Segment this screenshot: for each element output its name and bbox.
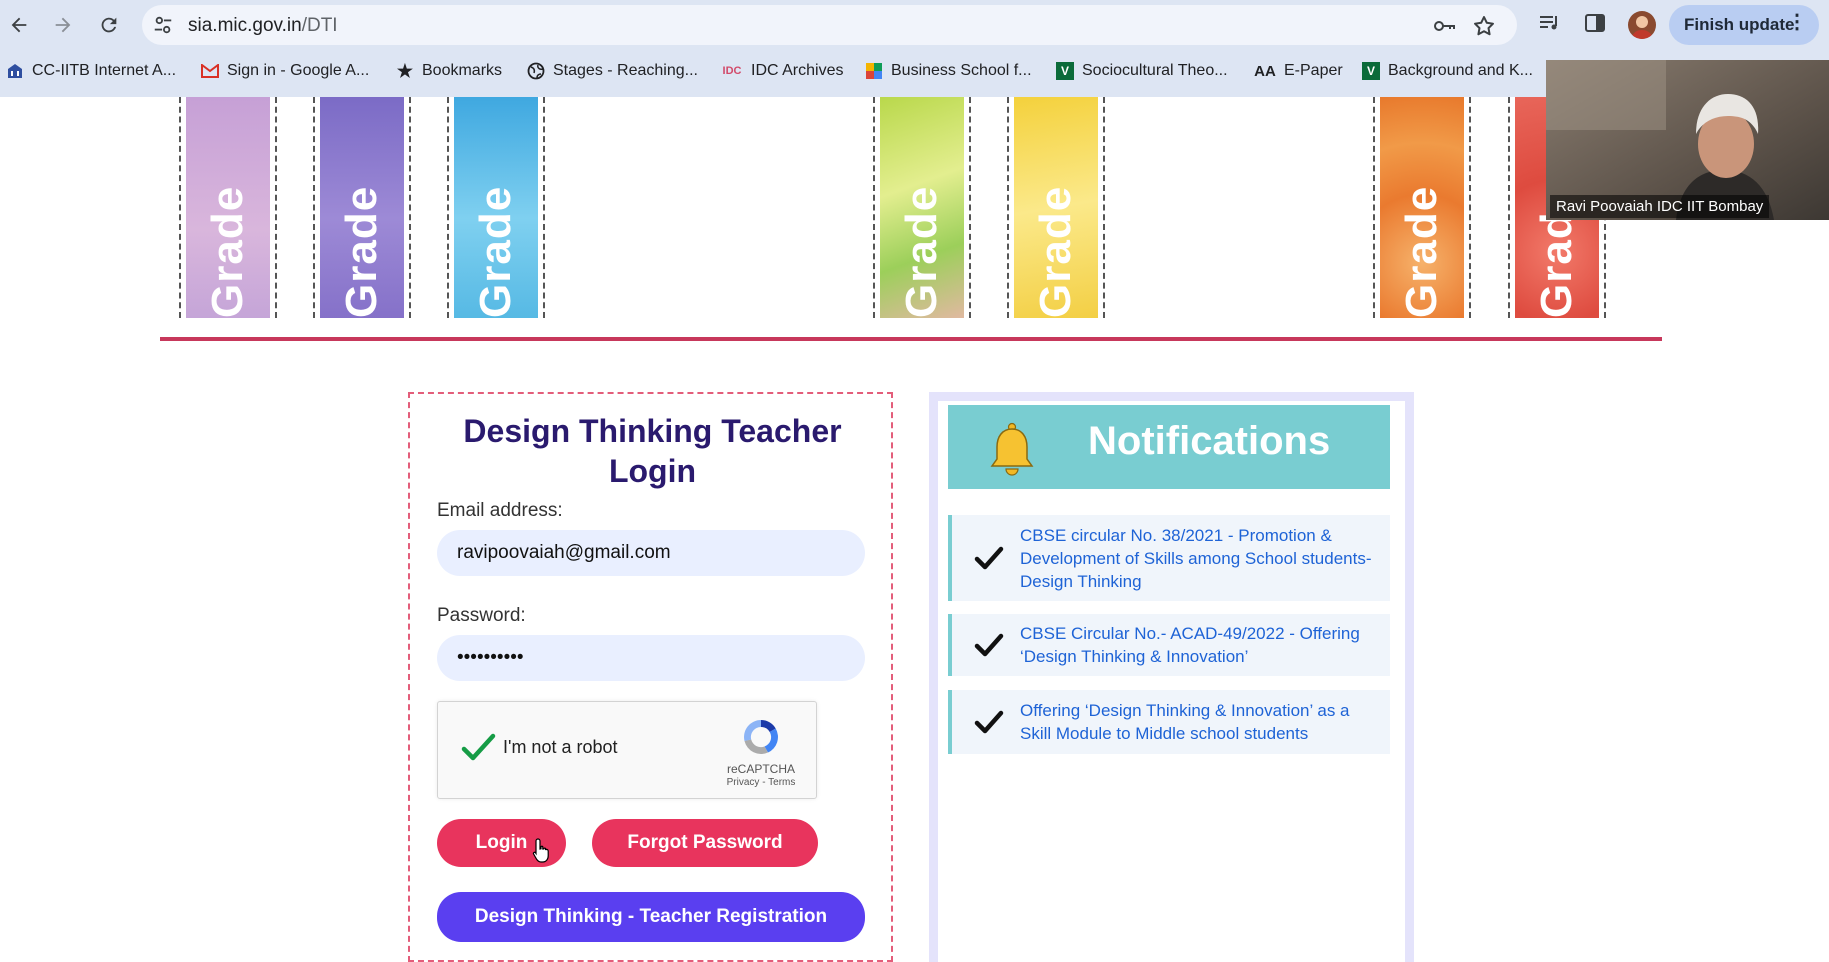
grade-strip-fill: Grade [880, 97, 964, 318]
login-button-label: Login [475, 832, 528, 853]
checkmark-icon [974, 709, 1004, 735]
login-card: Design Thinking Teacher Login Email addr… [408, 392, 893, 962]
bookmark-item[interactable]: ★ Bookmarks [396, 55, 502, 87]
notification-item[interactable]: Offering ‘Design Thinking & Innovation’ … [948, 690, 1390, 754]
puzzle-icon [865, 62, 883, 80]
v-icon: V [1056, 62, 1074, 80]
checkmark-icon [974, 632, 1004, 658]
notification-item[interactable]: CBSE circular No. 38/2021 - Promotion & … [948, 515, 1390, 601]
profile-avatar[interactable] [1628, 11, 1656, 39]
grade-strip-fill: Grade [320, 97, 404, 318]
grade-strip[interactable]: Grade [447, 97, 545, 318]
password-key-icon[interactable] [1432, 14, 1456, 38]
grade-strip-fill: Grade [1380, 97, 1464, 318]
address-bar[interactable]: sia.mic.gov.in/DTI [142, 5, 1517, 45]
bookmark-item[interactable]: Stages - Reaching... [527, 55, 698, 87]
site-settings-icon[interactable] [152, 14, 174, 36]
grade-strip-fill: Grade [186, 97, 270, 318]
check-icon[interactable] [458, 728, 498, 768]
building-icon [6, 62, 24, 80]
login-title: Design Thinking Teacher Login [463, 413, 842, 489]
password-field[interactable] [437, 635, 865, 681]
notification-link[interactable]: Offering ‘Design Thinking & Innovation’ … [1020, 699, 1374, 745]
participant-name: Ravi Poovaiah IDC IIT Bombay [1550, 195, 1770, 218]
bookmark-item[interactable]: V Sociocultural Theo... [1056, 55, 1228, 87]
notification-link[interactable]: CBSE circular No. 38/2021 - Promotion & … [1020, 524, 1374, 593]
bookmark-item[interactable]: Business School f... [865, 55, 1032, 87]
grade-strip-fill: Grade [454, 97, 538, 318]
notification-link[interactable]: CBSE Circular No.- ACAD-49/2022 - Offeri… [1020, 622, 1374, 668]
side-panel-icon[interactable] [1583, 11, 1609, 37]
hand-cursor-icon [532, 837, 552, 863]
bookmark-item[interactable]: CC-IITB Internet A... [6, 55, 176, 87]
star-icon: ★ [396, 60, 414, 81]
bookmark-star-icon[interactable] [1472, 14, 1496, 38]
grade-strip[interactable]: Grade [1007, 97, 1105, 318]
grade-strip[interactable]: Grade [1373, 97, 1471, 318]
bell-icon [988, 421, 1036, 477]
recaptcha-brand: reCAPTCHA [726, 762, 795, 776]
bookmark-item[interactable]: AA E-Paper [1254, 55, 1343, 87]
gmail-icon [201, 62, 219, 80]
back-icon[interactable] [4, 10, 34, 40]
reload-icon[interactable] [94, 10, 124, 40]
forward-icon[interactable] [48, 10, 78, 40]
grade-strip-fill: Grade [1014, 97, 1098, 318]
recaptcha-logo-icon [740, 716, 782, 758]
v-icon: V [1362, 62, 1380, 80]
aa-icon: AA [1254, 62, 1276, 80]
finish-update-button[interactable]: Finish update ⋮ [1669, 5, 1819, 45]
bookmark-item[interactable]: Sign in - Google A... [201, 55, 369, 87]
notifications-panel: Notifications CBSE circular No. 38/2021 … [929, 392, 1414, 962]
password-label: Password: [437, 605, 526, 626]
teacher-registration-button[interactable]: Design Thinking - Teacher Registration [437, 892, 865, 942]
checkmark-icon [974, 545, 1004, 571]
notification-item[interactable]: CBSE Circular No.- ACAD-49/2022 - Offeri… [948, 614, 1390, 676]
grade-strip[interactable]: Grade [313, 97, 411, 318]
email-label: Email address: [437, 500, 563, 521]
forgot-password-button[interactable]: Forgot Password [592, 819, 818, 867]
login-button[interactable]: Login [437, 819, 566, 867]
bookmark-item[interactable]: IDC IDC Archives [721, 55, 844, 87]
grade-strip[interactable]: Grade [179, 97, 277, 318]
notifications-header: Notifications [948, 405, 1390, 489]
recaptcha-privacy-terms[interactable]: Privacy - Terms [708, 777, 814, 788]
notifications-title: Notifications [1088, 419, 1331, 463]
recaptcha-widget[interactable]: I'm not a robot reCAPTCHA Privacy - Term… [437, 701, 817, 799]
bookmark-item[interactable]: V Background and K... [1362, 55, 1533, 87]
grade-strip[interactable]: Grade [873, 97, 971, 318]
url-text: sia.mic.gov.in/DTI [188, 15, 338, 36]
idc-icon: IDC [722, 65, 742, 77]
recaptcha-label: I'm not a robot [503, 737, 618, 757]
globe-icon [527, 62, 545, 80]
section-divider [160, 337, 1662, 341]
more-menu-icon[interactable]: ⋮ [1787, 12, 1807, 32]
video-call-tile[interactable]: Ravi Poovaiah IDC IIT Bombay [1546, 60, 1829, 220]
email-field[interactable] [437, 530, 865, 576]
media-control-icon[interactable] [1537, 11, 1563, 37]
